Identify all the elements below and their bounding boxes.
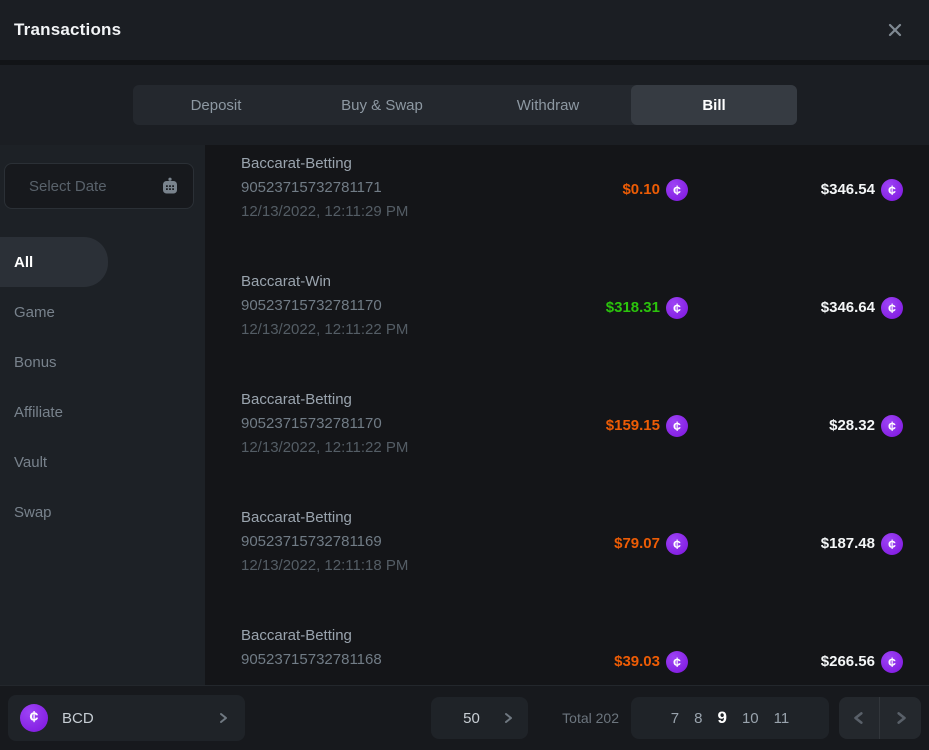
- page-size-value: 50: [463, 710, 480, 727]
- transaction-amount: $159.15 ¢: [508, 414, 688, 438]
- transaction-name: Baccarat-Win: [241, 270, 508, 294]
- page-number[interactable]: 10: [742, 710, 759, 727]
- page-size-selector[interactable]: 50: [431, 697, 528, 739]
- transaction-datetime: 12/13/2022, 12:11:18 PM: [241, 554, 508, 578]
- transaction-amount: $318.31 ¢: [508, 296, 688, 320]
- close-icon[interactable]: [883, 18, 907, 42]
- transaction-info: Baccarat-Betting 90523715732781168: [241, 624, 508, 672]
- transaction-row: Baccarat-Betting 90523715732781170 12/13…: [241, 388, 903, 506]
- transaction-row: Baccarat-Betting 90523715732781168 $39.0…: [241, 624, 903, 685]
- transaction-info: Baccarat-Win 90523715732781170 12/13/202…: [241, 270, 508, 342]
- bcd-coin-icon: ¢: [881, 415, 903, 437]
- transaction-info: Baccarat-Betting 90523715732781169 12/13…: [241, 506, 508, 578]
- sidebar: Select Date AllGameBonusAffiliateVaultSw…: [0, 145, 205, 685]
- chevron-left-icon: [852, 711, 866, 725]
- filter-list: AllGameBonusAffiliateVaultSwap: [0, 237, 205, 537]
- filter-item[interactable]: Swap: [0, 487, 205, 537]
- tab[interactable]: Withdraw: [465, 85, 631, 125]
- bcd-coin-icon: ¢: [666, 533, 688, 555]
- page-number[interactable]: 11: [774, 710, 790, 727]
- select-date-input[interactable]: Select Date: [4, 163, 194, 209]
- transaction-row: Baccarat-Betting 90523715732781169 12/13…: [241, 506, 903, 624]
- transaction-datetime: 12/13/2022, 12:11:22 PM: [241, 436, 508, 460]
- pagination: 789 10 11: [631, 697, 829, 739]
- transaction-id: 90523715732781170: [241, 294, 508, 318]
- filter-item[interactable]: Vault: [0, 437, 205, 487]
- page-number[interactable]: 7: [671, 710, 679, 727]
- filter-item[interactable]: All: [0, 237, 108, 287]
- bcd-coin-icon: ¢: [881, 651, 903, 673]
- transaction-row: Baccarat-Win 90523715732781170 12/13/202…: [241, 270, 903, 388]
- select-date-placeholder: Select Date: [29, 178, 160, 195]
- calendar-icon: [160, 176, 180, 196]
- bcd-coin-icon: ¢: [666, 651, 688, 673]
- transaction-amount: $79.07 ¢: [508, 532, 688, 556]
- tab[interactable]: Deposit: [133, 85, 299, 125]
- transaction-datetime: 12/13/2022, 12:11:29 PM: [241, 200, 508, 224]
- transaction-list: Baccarat-Betting 90523715732781171 12/13…: [205, 145, 929, 685]
- transaction-name: Baccarat-Betting: [241, 152, 508, 176]
- transaction-info: Baccarat-Betting 90523715732781170 12/13…: [241, 388, 508, 460]
- transaction-balance: $187.48 ¢: [688, 532, 903, 556]
- transaction-info: Baccarat-Betting 90523715732781171 12/13…: [241, 152, 508, 224]
- filter-item[interactable]: Bonus: [0, 337, 205, 387]
- bcd-coin-icon: ¢: [881, 533, 903, 555]
- tabs-strip: DepositBuy & SwapWithdrawBill: [0, 60, 929, 145]
- bcd-coin-icon: ¢: [881, 297, 903, 319]
- transaction-name: Baccarat-Betting: [241, 388, 508, 412]
- transaction-balance: $28.32 ¢: [688, 414, 903, 438]
- page-number[interactable]: 9: [717, 708, 726, 728]
- bcd-coin-icon: ¢: [881, 179, 903, 201]
- transaction-amount: $39.03 ¢: [508, 650, 688, 674]
- transaction-id: 90523715732781168: [241, 648, 508, 672]
- modal-header: Transactions: [0, 0, 929, 60]
- bcd-coin-icon: ¢: [666, 179, 688, 201]
- transaction-row: Baccarat-Betting 90523715732781171 12/13…: [241, 152, 903, 270]
- filter-item[interactable]: Game: [0, 287, 205, 337]
- page-number[interactable]: 8: [694, 710, 702, 727]
- page-title: Transactions: [14, 20, 121, 40]
- bcd-coin-icon: ¢: [20, 704, 48, 732]
- transaction-amount: $0.10 ¢: [508, 178, 688, 202]
- transaction-name: Baccarat-Betting: [241, 506, 508, 530]
- transaction-balance: $266.56 ¢: [688, 650, 903, 674]
- tabs: DepositBuy & SwapWithdrawBill: [133, 85, 797, 125]
- bcd-coin-icon: ¢: [666, 297, 688, 319]
- pagination-nav: [839, 697, 921, 739]
- bcd-coin-icon: ¢: [666, 415, 688, 437]
- transaction-datetime: 12/13/2022, 12:11:22 PM: [241, 318, 508, 342]
- transaction-balance: $346.64 ¢: [688, 296, 903, 320]
- prev-page-button[interactable]: [839, 697, 880, 739]
- chevron-right-icon: [502, 712, 514, 724]
- currency-label: BCD: [62, 710, 217, 727]
- modal-body: Select Date AllGameBonusAffiliateVaultSw…: [0, 145, 929, 685]
- transaction-name: Baccarat-Betting: [241, 624, 508, 648]
- currency-selector[interactable]: ¢ BCD: [8, 695, 245, 741]
- transaction-id: 90523715732781171: [241, 176, 508, 200]
- transactions-modal: Transactions DepositBuy & SwapWithdrawBi…: [0, 0, 929, 750]
- chevron-right-icon: [217, 712, 229, 724]
- transaction-id: 90523715732781170: [241, 412, 508, 436]
- filter-item[interactable]: Affiliate: [0, 387, 205, 437]
- tab[interactable]: Bill: [631, 85, 797, 125]
- modal-footer: ¢ BCD 50 Total 202 789 10 11: [0, 685, 929, 750]
- transaction-balance: $346.54 ¢: [688, 178, 903, 202]
- chevron-right-icon: [894, 711, 908, 725]
- tab[interactable]: Buy & Swap: [299, 85, 465, 125]
- next-page-button[interactable]: [880, 697, 921, 739]
- total-count-label: Total 202: [562, 710, 619, 726]
- transaction-id: 90523715732781169: [241, 530, 508, 554]
